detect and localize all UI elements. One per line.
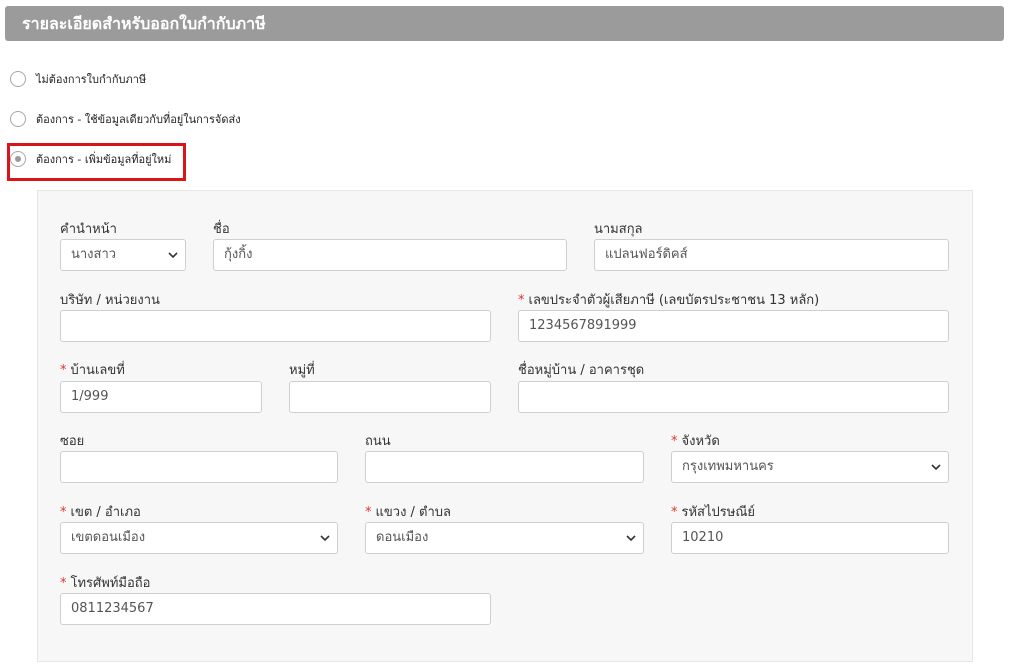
first-name-value: กุ้งกิ้ง [224,247,253,262]
subdistrict-value: ดอนเมือง [376,530,429,545]
radio-button[interactable] [10,71,26,87]
title-prefix-select[interactable]: นางสาว [60,239,186,271]
required-mark: * [518,293,525,308]
tax-id-label: * เลขประจำตัวผู้เสียภาษี (เลขบัตรประชาชน … [518,293,820,308]
required-mark: * [671,505,678,520]
house-no-input[interactable]: 1/999 [60,381,262,413]
title-prefix-label: คำนำหน้า [60,222,117,237]
chevron-down-icon [320,535,330,542]
postcode-value: 10210 [682,530,724,545]
mobile-label: * โทรศัพท์มือถือ [60,576,151,591]
section-title: รายละเอียดสำหรับออกใบกำกับภาษี [22,14,266,33]
first-name-label: ชื่อ [213,222,230,237]
moo-label: หมู่ที่ [289,363,315,378]
district-select[interactable]: เขตดอนเมือง [60,522,338,554]
house-no-label: * บ้านเลขที่ [60,363,125,378]
subdistrict-select[interactable]: ดอนเมือง [365,522,644,554]
required-mark: * [60,505,67,520]
radio-label: ต้องการ - ใช้ข้อมูลเดียวกับที่อยู่ในการจ… [36,113,241,126]
required-mark: * [60,363,67,378]
soi-label: ซอย [60,434,85,449]
village-input[interactable] [518,381,949,413]
section-header: รายละเอียดสำหรับออกใบกำกับภาษี [5,6,1004,41]
province-label: * จังหวัด [671,434,720,449]
title-prefix-value: นางสาว [71,247,117,262]
subdistrict-label: * แขวง / ตำบล [365,505,452,520]
radio-button[interactable] [10,111,26,127]
moo-input[interactable] [289,381,491,413]
last-name-value: แปลนฟอร์ดิคส์ [605,247,688,262]
last-name-label: นามสกุล [594,222,643,237]
required-mark: * [60,576,67,591]
tax-id-value: 1234567891999 [529,318,637,333]
required-mark: * [365,505,372,520]
required-mark: * [671,434,678,449]
selection-highlight-box [7,143,186,181]
district-value: เขตดอนเมือง [71,530,146,545]
house-no-value: 1/999 [71,389,109,404]
company-input[interactable] [60,310,491,342]
soi-input[interactable] [60,451,338,483]
province-value: กรุงเทพมหานคร [682,459,774,474]
postcode-input[interactable]: 10210 [671,522,949,554]
district-label: * เขต / อำเภอ [60,505,141,520]
mobile-value: 0811234567 [71,601,154,616]
radio-same-address[interactable]: ต้องการ - ใช้ข้อมูลเดียวกับที่อยู่ในการจ… [10,109,241,129]
postcode-label: * รหัสไปรษณีย์ [671,505,756,520]
province-select[interactable]: กรุงเทพมหานคร [671,451,949,483]
road-input[interactable] [365,451,644,483]
company-label: บริษัท / หน่วยงาน [60,293,160,308]
first-name-input[interactable]: กุ้งกิ้ง [213,239,567,271]
mobile-input[interactable]: 0811234567 [60,593,491,625]
radio-no-invoice[interactable]: ไม่ต้องการใบกำกับภาษี [10,69,146,89]
radio-label: ไม่ต้องการใบกำกับภาษี [36,73,147,86]
chevron-down-icon [168,252,178,259]
chevron-down-icon [931,464,941,471]
tax-id-input[interactable]: 1234567891999 [518,310,949,342]
last-name-input[interactable]: แปลนฟอร์ดิคส์ [594,239,949,271]
road-label: ถนน [365,434,391,449]
chevron-down-icon [626,535,636,542]
village-label: ชื่อหมู่บ้าน / อาคารชุด [518,363,645,378]
